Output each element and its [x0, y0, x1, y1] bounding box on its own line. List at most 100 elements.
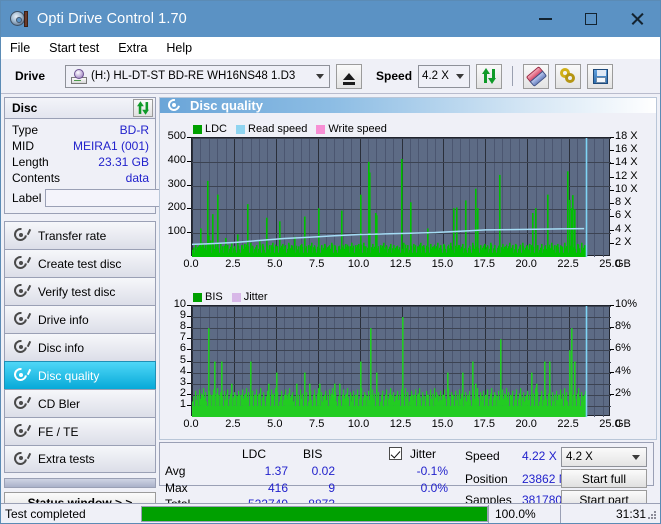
sidebar-item-label: FE / TE — [38, 424, 79, 439]
menu-item-start-test[interactable]: Start test — [49, 39, 109, 57]
sidebar-item-extra-tests[interactable]: Extra tests — [4, 445, 156, 473]
maximize-button[interactable] — [568, 1, 614, 37]
sidebar-item-disc-info[interactable]: Disc info — [4, 333, 156, 361]
disc-row-key: Contents — [12, 171, 61, 185]
menu-item-help[interactable]: Help — [166, 39, 202, 57]
test-speed-select[interactable]: 4.2 X — [561, 447, 647, 467]
disc-icon — [11, 448, 32, 468]
y2-axis-tick-label: 10% — [615, 298, 638, 310]
disc-info-rows: Type BD-R MID MEIRA1 (001) Length 23.31 … — [5, 119, 249, 213]
sidebar-item-drive-info[interactable]: Drive info — [4, 305, 156, 333]
legend-swatch — [193, 124, 202, 134]
drive-label: Drive — [15, 69, 46, 83]
disc-row-key: Length — [12, 155, 49, 169]
charts-container: LDC Read speed Write speed 100 200 300 400 500 2… — [159, 113, 657, 440]
sidebar-item-verify-test-disc[interactable]: Verify test disc — [4, 277, 156, 305]
sidebar-item-fe-te[interactable]: FE / TE — [4, 417, 156, 445]
y-axis-tick — [187, 161, 191, 162]
bis-jitter-chart: BIS Jitter 1 2 3 4 5 6 7 8 9 10 2% 4% 6% 8% 10% 0.0 2.5 5.0… — [160, 287, 656, 439]
disc-row-contents: Contents data — [12, 170, 149, 186]
y-axis-tick — [187, 361, 191, 362]
disc-icon — [11, 309, 32, 328]
y-axis-tick — [187, 372, 191, 373]
resize-grip[interactable] — [648, 511, 658, 521]
minimize-button[interactable] — [522, 1, 568, 37]
test-speed-value: 4.2 X — [566, 451, 593, 463]
legend-label: BIS — [205, 291, 223, 303]
y-axis-tick-label: 3 — [179, 375, 186, 388]
y-axis-tick — [187, 349, 191, 350]
y2-axis-tick — [610, 243, 614, 244]
y-axis-tick — [187, 232, 191, 233]
x-axis-tick-label: 0.0 — [183, 258, 199, 270]
y2-axis-tick-label: 6 X — [615, 209, 632, 222]
legend-label: Write speed — [328, 123, 387, 135]
chart-legend: BIS Jitter — [193, 291, 273, 303]
plot-area — [191, 305, 611, 417]
legend-label: Read speed — [248, 123, 308, 135]
y-axis-tick — [187, 185, 191, 186]
eraser-icon — [525, 65, 547, 87]
eject-button[interactable] — [336, 63, 363, 89]
ldc-read-speed-chart: LDC Read speed Write speed 100 200 300 400 500 2… — [160, 115, 656, 287]
y-axis-tick-label: 100 — [167, 225, 186, 238]
x-axis-tick-label: 2.5 — [225, 418, 241, 430]
disc-row-mid: MID MEIRA1 (001) — [12, 138, 149, 154]
y-axis-tick-label: 300 — [167, 177, 186, 190]
y-axis-tick-label: 7 — [179, 331, 186, 344]
results-max-ldc: 416 — [267, 481, 288, 495]
x-axis-tick-label: 20.0 — [515, 418, 537, 430]
sidebar-item-disc-quality[interactable]: Disc quality — [4, 361, 156, 389]
elapsed-time: 31:31 — [560, 504, 660, 523]
sidebar-item-transfer-rate[interactable]: Transfer rate — [4, 221, 156, 249]
menu-bar: File Start test Extra Help — [1, 37, 660, 59]
y2-axis-tick — [610, 230, 614, 231]
y-axis-tick — [187, 405, 191, 406]
y2-axis-tick — [610, 150, 614, 151]
x-axis-tick-label: 5.0 — [267, 258, 283, 270]
drive-select[interactable]: (H:) HL-DT-ST BD-RE WH16NS48 1.D3 — [65, 64, 331, 88]
erase-button[interactable] — [523, 63, 550, 89]
disc-row-value: 23.31 GB — [98, 155, 149, 169]
chain-button[interactable] — [555, 63, 582, 89]
y2-axis-tick-label: 16 X — [615, 143, 638, 156]
x-axis-tick-label: 5.0 — [267, 418, 283, 430]
progress-bar — [141, 505, 488, 522]
refresh-button[interactable] — [476, 63, 503, 89]
disc-icon — [11, 225, 32, 244]
legend-item: Jitter — [231, 291, 268, 303]
results-col-bis: BIS — [303, 447, 323, 461]
y2-axis-tick-label: 8% — [615, 320, 631, 333]
status-bar: Test completed 100.0% 31:31 — [1, 503, 660, 523]
x-axis-tick-label: 0.0 — [183, 418, 199, 430]
progress-percent: 100.0% — [488, 504, 560, 523]
speed-select[interactable]: 4.2 X — [418, 64, 471, 88]
x-axis-tick-label: 20.0 — [515, 258, 537, 270]
x-axis-tick-label: 17.5 — [473, 418, 495, 430]
status-message: Test completed — [5, 506, 86, 521]
legend-swatch — [193, 292, 202, 302]
drive-icon — [71, 68, 88, 84]
disc-refresh-button[interactable] — [133, 99, 153, 117]
x-axis-unit-label: GB — [615, 258, 631, 270]
y2-axis-tick-label: 4% — [615, 364, 631, 377]
jitter-checkbox[interactable] — [389, 447, 402, 460]
disc-panel-title: Disc — [12, 101, 38, 115]
x-axis-tick-label: 12.5 — [389, 418, 412, 430]
sidebar: Disc Type BD-R MID MEIRA1 (001) Length 2… — [1, 94, 249, 514]
disc-icon — [11, 393, 32, 412]
menu-item-extra[interactable]: Extra — [118, 39, 157, 57]
menu-item-file[interactable]: File — [10, 39, 40, 57]
sidebar-item-cd-bler[interactable]: CD Bler — [4, 389, 156, 417]
close-button[interactable] — [614, 1, 660, 37]
application-window: Opti Drive Control 1.70 File Start test … — [0, 0, 661, 524]
y-axis-tick — [187, 305, 191, 306]
sidebar-item-create-test-disc[interactable]: Create test disc — [4, 249, 156, 277]
chain-icon — [559, 68, 577, 84]
y-axis-tick-label: 8 — [179, 320, 186, 333]
results-row-avg-label: Avg — [165, 464, 186, 478]
y2-axis-tick-label: 2 X — [615, 235, 632, 248]
start-full-button[interactable]: Start full — [561, 469, 647, 488]
save-button[interactable] — [587, 63, 614, 89]
sidebar-item-label: CD Bler — [38, 396, 81, 411]
